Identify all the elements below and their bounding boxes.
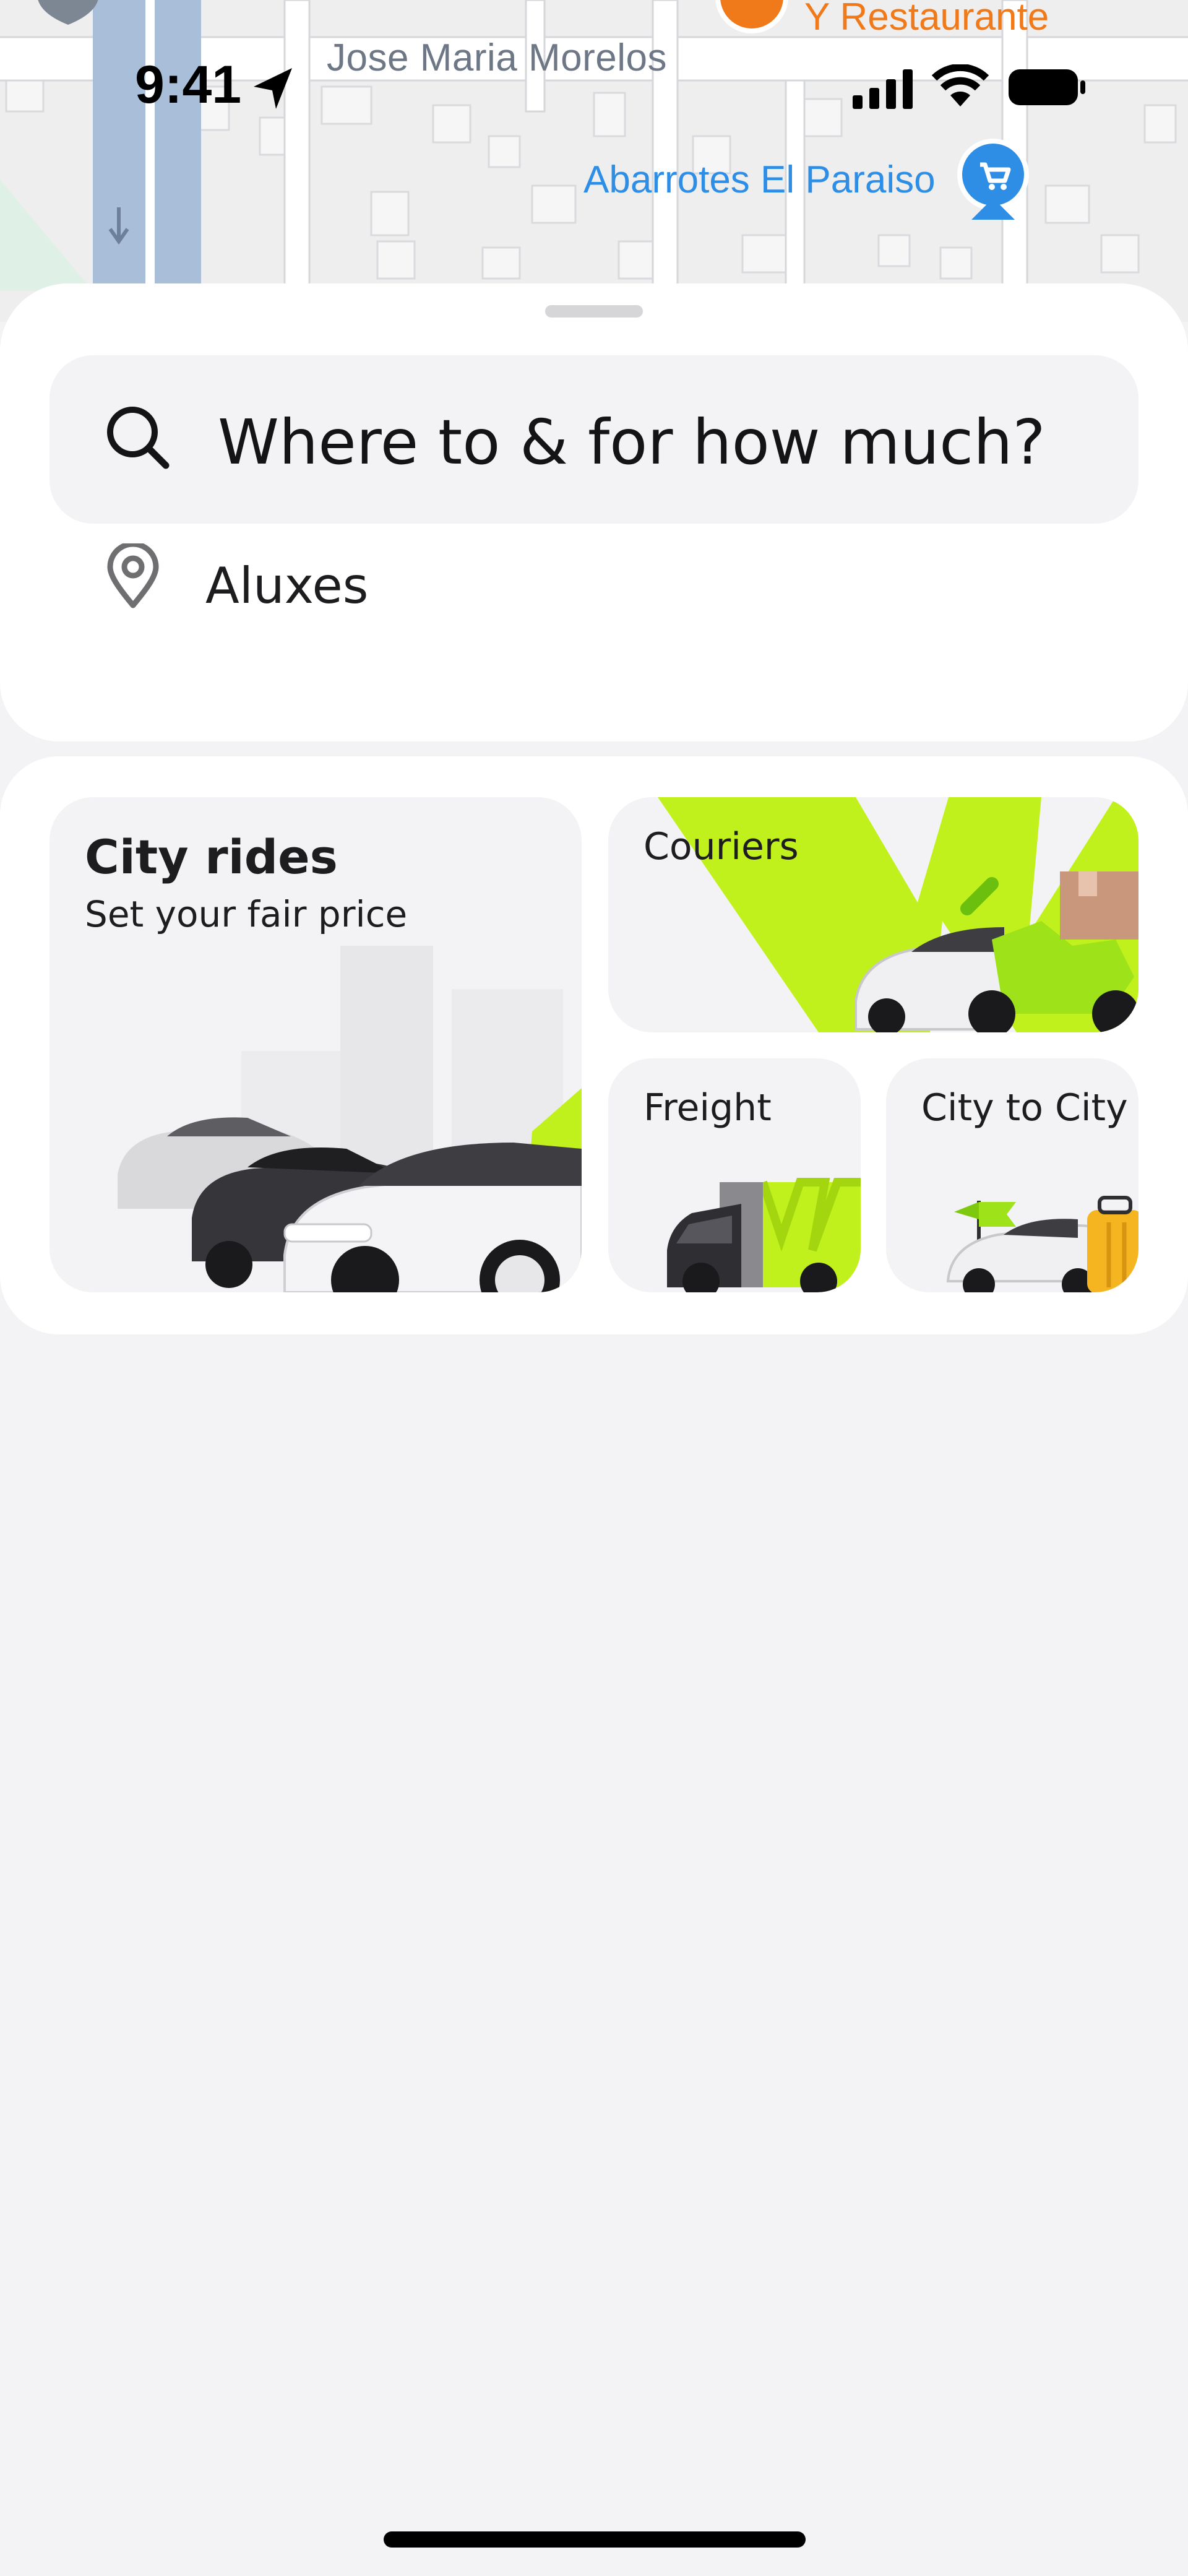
location-arrow-icon xyxy=(254,68,292,109)
search-icon xyxy=(107,407,170,469)
cellular-signal-icon xyxy=(853,69,913,109)
wifi-icon xyxy=(932,64,989,106)
city-rides-title: City rides xyxy=(85,829,338,884)
pickup-location-row[interactable]: Aluxes xyxy=(50,543,1138,649)
city-rides-subtitle: Set your fair price xyxy=(85,893,408,935)
battery-icon xyxy=(1009,69,1085,105)
status-bar: 9:41 xyxy=(0,0,1188,173)
status-time: 9:41 xyxy=(135,55,242,115)
search-sheet: Where to & for how much? Aluxes xyxy=(0,283,1188,741)
couriers-title: Couriers xyxy=(644,825,799,868)
service-tile-couriers[interactable]: Couriers xyxy=(608,797,1138,1032)
services-card: City rides Set your fair price Couriers xyxy=(0,756,1188,1334)
search-placeholder: Where to & for how much? xyxy=(218,406,1046,478)
pickup-location-label: Aluxes xyxy=(205,557,369,615)
pin-icon xyxy=(107,543,159,608)
destination-search-field[interactable]: Where to & for how much? xyxy=(50,355,1138,524)
sheet-grabber[interactable] xyxy=(545,305,643,318)
service-tile-city-to-city[interactable]: City to City xyxy=(886,1058,1138,1292)
freight-title: Freight xyxy=(644,1086,772,1130)
service-tile-freight[interactable]: Freight xyxy=(608,1058,861,1292)
service-tile-city-rides[interactable]: City rides Set your fair price xyxy=(50,797,582,1292)
city-to-city-title: City to City xyxy=(921,1086,1128,1130)
home-indicator[interactable] xyxy=(384,2531,806,2548)
